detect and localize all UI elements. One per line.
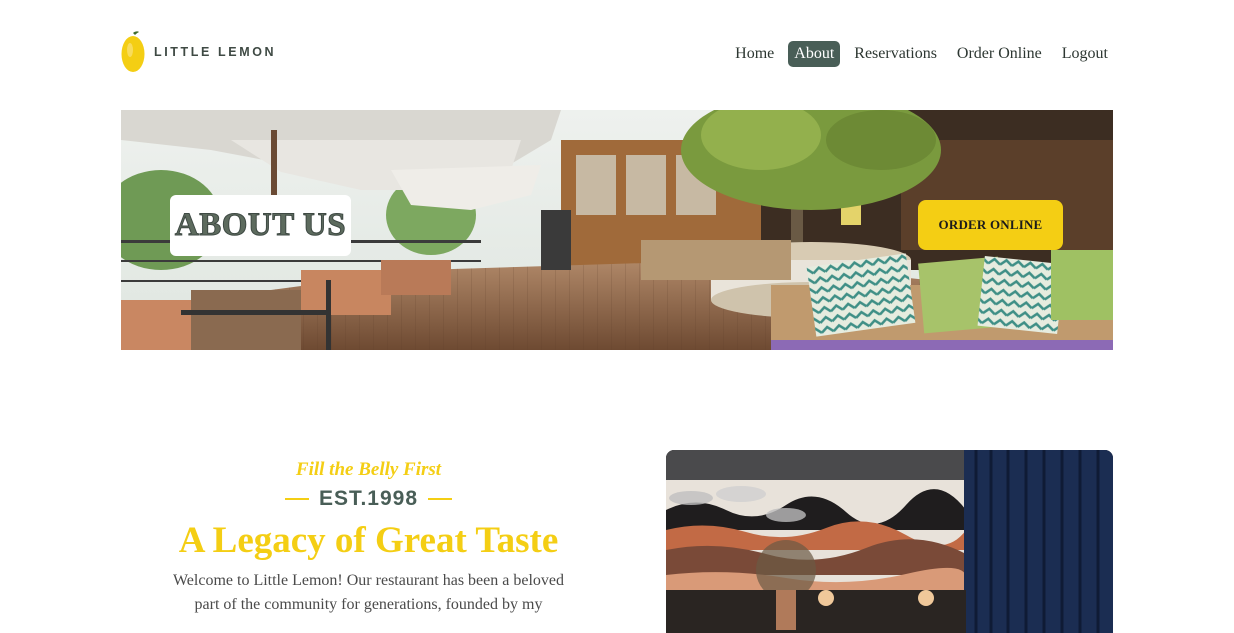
- about-page: LITTLE LEMON Home About Reservations Ord…: [0, 0, 1234, 633]
- established-row: EST.1998: [121, 487, 616, 511]
- brand-logo[interactable]: LITTLE LEMON: [120, 30, 276, 74]
- tagline: Fill the Belly First: [295, 459, 442, 480]
- established-label: EST.1998: [318, 487, 419, 510]
- about-us-badge: ABOUT US: [170, 195, 351, 256]
- nav-logout[interactable]: Logout: [1056, 41, 1114, 67]
- story-body: Welcome to Little Lemon! Our restaurant …: [172, 572, 564, 613]
- divider-left: [284, 498, 309, 500]
- nav-reservations[interactable]: Reservations: [848, 41, 943, 67]
- nav-order-online[interactable]: Order Online: [951, 41, 1048, 67]
- section-heading: A Legacy of Great Taste: [178, 520, 559, 561]
- brand-name: LITTLE LEMON: [154, 45, 277, 59]
- restaurant-interior-image: [666, 450, 1113, 633]
- order-online-button[interactable]: ORDER ONLINE: [918, 200, 1063, 250]
- nav-about[interactable]: About: [788, 41, 841, 67]
- story-section: Fill the Belly First EST.1998 A Legacy o…: [121, 450, 616, 617]
- divider-right: [428, 498, 453, 500]
- hero-banner: ABOUT US ORDER ONLINE: [121, 110, 1113, 350]
- nav-home[interactable]: Home: [729, 41, 780, 67]
- main-nav: Home About Reservations Order Online Log…: [729, 41, 1114, 67]
- lemon-icon: [121, 31, 145, 72]
